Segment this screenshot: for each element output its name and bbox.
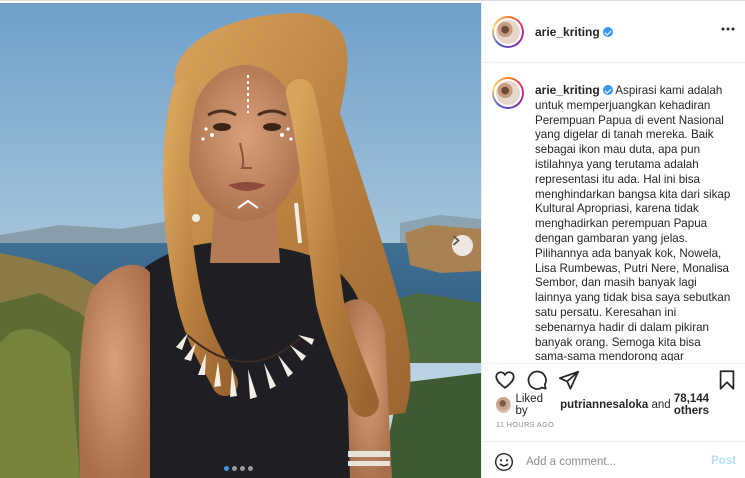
liker-avatar[interactable] (496, 397, 512, 413)
post-timestamp[interactable]: 11 HOURS AGO (496, 420, 554, 429)
post-header: arie_kriting (482, 1, 745, 63)
comment-icon[interactable] (526, 369, 548, 391)
likes-summary: Liked by putriannesaloka and 78,144 othe… (496, 393, 745, 417)
carousel-indicator (224, 466, 253, 471)
caption-avatar-photo (494, 79, 522, 107)
chevron-right-icon (453, 235, 460, 246)
bookmark-icon[interactable] (716, 369, 738, 391)
carousel-dot-2 (232, 466, 237, 471)
heart-icon[interactable] (494, 369, 516, 391)
likes-prefix: Liked by (515, 393, 543, 417)
caption-verified-badge-icon (602, 85, 613, 95)
action-bar (482, 363, 745, 393)
caption: arie_kriting Aspirasi kami adalah untuk … (535, 83, 735, 361)
more-horizontal-icon (721, 27, 735, 31)
likes-count-link[interactable]: 78,144 others (674, 393, 745, 417)
likes-and: and (651, 399, 671, 411)
instagram-post-window: arie_kriting arie_kriting Aspirasi kami … (0, 0, 745, 478)
next-photo-button[interactable] (452, 235, 473, 256)
caption-username-link[interactable]: arie_kriting (535, 83, 613, 97)
post-photo[interactable] (0, 3, 481, 478)
caption-text: Aspirasi kami adalah untuk memperjuangka… (535, 84, 731, 361)
post-comment-button[interactable]: Post (711, 455, 736, 467)
caption-avatar[interactable] (492, 77, 524, 109)
carousel-dot-1 (224, 466, 229, 471)
liker-username-link[interactable]: putriannesaloka (560, 399, 648, 411)
author-avatar[interactable] (492, 16, 524, 48)
verified-badge-icon (602, 27, 613, 37)
post-side-panel: arie_kriting arie_kriting Aspirasi kami … (481, 1, 745, 478)
comment-input[interactable] (526, 453, 696, 471)
share-icon[interactable] (558, 369, 580, 391)
emoji-icon[interactable] (494, 452, 514, 472)
carousel-dot-4 (248, 466, 253, 471)
author-username: arie_kriting (535, 25, 600, 39)
caption-username: arie_kriting (535, 83, 600, 97)
more-options-button[interactable] (718, 21, 738, 41)
caption-section: arie_kriting Aspirasi kami adalah untuk … (482, 63, 745, 361)
photo-illustration (0, 3, 481, 478)
carousel-dot-3 (240, 466, 245, 471)
author-username-link[interactable]: arie_kriting (535, 25, 613, 39)
avatar-photo (494, 18, 522, 46)
comment-composer: Post (482, 441, 745, 478)
